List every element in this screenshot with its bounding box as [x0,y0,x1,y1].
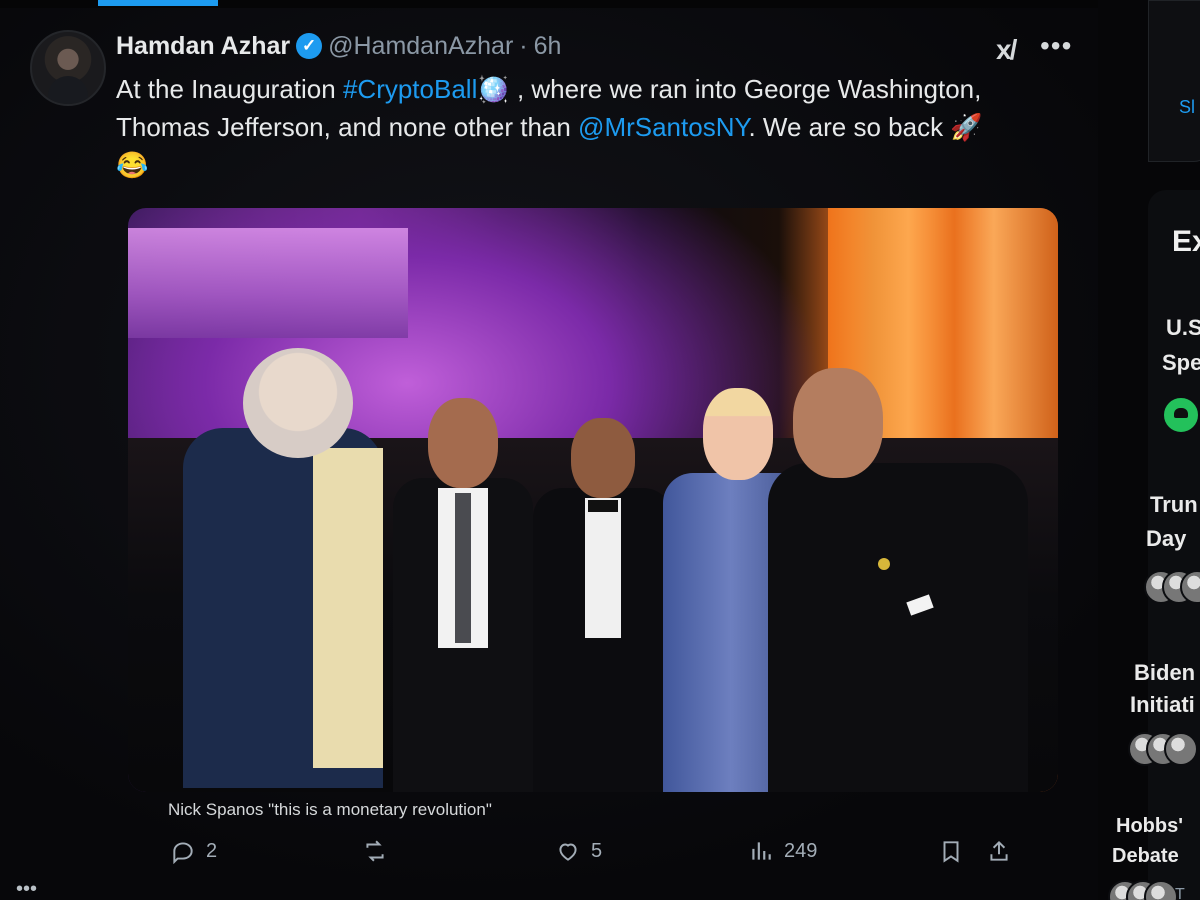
sidebar-section-title: Ex [1172,225,1200,258]
trend-2-line2[interactable]: Day [1146,526,1186,552]
retweet-button[interactable] [362,838,388,864]
hashtag-link[interactable]: #CryptoBall [343,74,477,104]
retweet-icon [366,840,384,862]
trend-3-line1[interactable]: Biden [1134,660,1195,686]
bookmark-button[interactable] [938,838,964,864]
like-button[interactable]: 5 [555,838,602,864]
author-avatar[interactable] [30,30,106,106]
trend-2-line1[interactable]: Trun [1150,492,1198,518]
person-george-washington-costume [183,348,403,788]
rocket-emoji: 🚀 [950,112,983,142]
reply-button[interactable]: 2 [170,838,217,864]
view-count: 249 [784,839,818,862]
man2-head [571,418,635,498]
man1-tie [455,493,471,643]
trend-3-avatars [1128,732,1200,766]
person-man-black-coat [768,368,1038,792]
trend-2-avatars [1144,570,1200,604]
trend-3-avatar-c [1164,732,1198,766]
tweet-header: Hamdan Azhar ✓ @HamdanAzhar · 6h [116,30,561,62]
person-man-bowtie [533,418,673,792]
man3-head [793,368,883,478]
timestamp[interactable]: 6h [534,32,562,61]
media-caption: Nick Spanos "this is a monetary revoluti… [168,800,492,819]
trend-3-line2[interactable]: Initiati [1130,692,1195,718]
tweet-photo[interactable] [128,208,1058,792]
reply-icon [173,842,193,864]
more-dots: ••• [1040,30,1073,61]
avatar-figure [48,76,88,104]
grok-icon[interactable]: x/ [996,34,1017,66]
trend-1-avatar-icon [1162,396,1200,434]
share-button[interactable] [986,838,1012,864]
photo-balcony [128,228,408,338]
man1-head [428,398,498,488]
separator-dot: · [519,31,528,60]
washington-vest [313,448,383,768]
tweet-actions: 2 5 249 [170,838,1030,872]
more-icon[interactable]: ••• [1040,30,1072,62]
man3-coat [768,463,1028,792]
tweet-text-prefix: At the Inauguration [116,74,343,104]
bookmark-icon [943,841,959,863]
man2-shirt [585,498,621,638]
like-icon [559,843,577,861]
trend-4-small-text: T [1175,886,1185,900]
verified-badge-icon[interactable]: ✓ [296,33,323,59]
views-icon [752,842,771,860]
trend-1-line1[interactable]: U.S [1166,315,1200,341]
tweet-feed: Hamdan Azhar ✓ @HamdanAzhar · 6h x/ ••• … [0,0,1099,900]
handle[interactable]: @HamdanAzhar [328,32,513,61]
mention-link[interactable]: @MrSantosNY [578,112,748,142]
trend-4-line2[interactable]: Debate [1112,845,1179,868]
sidebar-top-card[interactable]: Sl [1148,0,1200,162]
disco-ball-emoji: 🪩 [477,74,510,104]
share-icon [990,840,1008,861]
display-name[interactable]: Hamdan Azhar [116,32,290,61]
bottom-more-icon[interactable]: ••• [16,878,37,900]
man3-pin [878,558,890,570]
views-button[interactable]: 249 [748,838,817,864]
trend-1-line2[interactable]: Spe [1162,350,1200,376]
tweet-text: At the Inauguration #CryptoBall🪩 , where… [116,70,1076,184]
trend-4-avatar-c [1144,880,1178,900]
washington-head [243,348,353,458]
bottom-more-dots: ••• [16,878,38,900]
reply-count: 2 [206,839,218,862]
sidebar-top-card-label: Sl [1179,97,1196,117]
like-count: 5 [591,839,603,862]
tweet-text-suffix: . We are so back [748,112,951,142]
laughing-emoji: 😂 [116,150,149,180]
person-man-grey-tie [393,398,533,792]
screen: Hamdan Azhar ✓ @HamdanAzhar · 6h x/ ••• … [0,0,1200,900]
trend-4-line1[interactable]: Hobbs' [1116,815,1183,838]
jefferson-head [703,388,773,480]
man2-bowtie [588,500,618,512]
